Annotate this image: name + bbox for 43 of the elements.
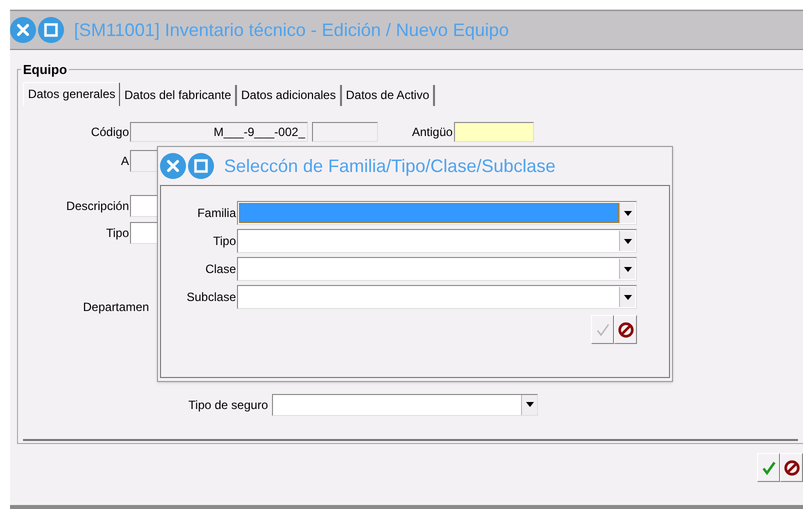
dropdown-button[interactable] xyxy=(619,203,635,223)
close-icon[interactable] xyxy=(160,153,186,179)
accept-button[interactable] xyxy=(757,453,780,482)
field-label: Departamen xyxy=(83,298,150,316)
field-label: Clase xyxy=(204,261,237,278)
old-code-field[interactable] xyxy=(454,122,534,142)
caret-icon xyxy=(526,402,534,407)
dropdown-button[interactable] xyxy=(521,394,537,414)
field-label: Subclase xyxy=(186,289,237,306)
dropdown-button[interactable] xyxy=(619,287,635,307)
field-label: Tipo de seguro xyxy=(187,396,269,414)
field-label: Familia xyxy=(196,205,237,222)
field-label: Tipo xyxy=(105,224,130,242)
field-label: Descripción xyxy=(65,198,130,214)
dropdown-field[interactable] xyxy=(237,201,637,225)
field-label: Tipo xyxy=(212,233,237,250)
caret-icon xyxy=(624,210,632,216)
text-field[interactable] xyxy=(312,122,378,142)
dropdown-button[interactable] xyxy=(619,231,635,251)
group-title: Equipo xyxy=(22,61,68,79)
close-icon[interactable] xyxy=(10,17,36,43)
dropdown-button[interactable] xyxy=(619,259,635,279)
maximize-icon[interactable] xyxy=(188,153,214,179)
field-label: Código xyxy=(90,124,130,140)
field-label: Antigüo xyxy=(412,124,454,140)
window-title: [SM11001] Inventario técnico - Edición / Nuevo Equipo xyxy=(74,18,509,42)
caret-icon xyxy=(624,266,632,272)
check-icon xyxy=(596,322,610,336)
prohibited-icon xyxy=(618,322,634,338)
dialog-title: Seleccón de Familia/Tipo/Clase/Subclase xyxy=(224,154,556,178)
check-icon xyxy=(762,460,776,474)
dropdown-field[interactable] xyxy=(237,285,637,309)
prohibited-icon xyxy=(784,460,800,476)
dropdown-field[interactable] xyxy=(237,229,637,253)
cancel-button[interactable] xyxy=(614,315,637,344)
code-field[interactable]: M___-9___-002_ xyxy=(130,122,308,142)
caret-icon xyxy=(624,238,632,244)
tab[interactable]: Datos generales xyxy=(23,82,120,106)
dropdown-field[interactable] xyxy=(237,257,637,281)
caret-icon xyxy=(624,294,632,300)
field-label: A xyxy=(120,152,130,170)
cancel-button[interactable] xyxy=(780,453,803,482)
maximize-icon[interactable] xyxy=(38,17,64,43)
